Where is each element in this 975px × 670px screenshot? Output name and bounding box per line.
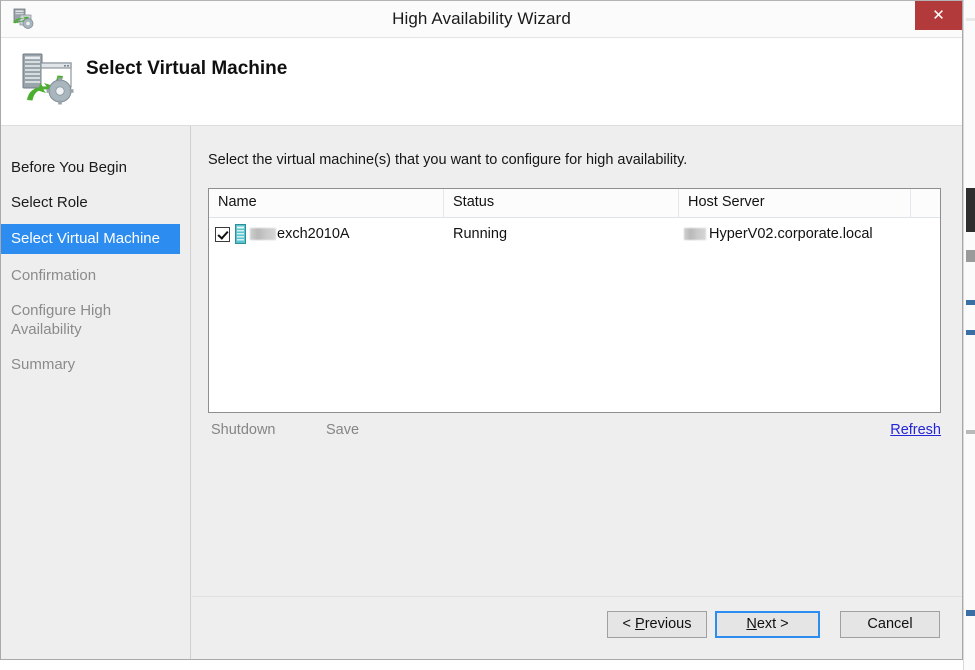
redacted-name-prefix	[250, 228, 276, 240]
next-button-label: ext >	[757, 616, 789, 632]
close-icon[interactable]: ✕	[915, 1, 962, 30]
cancel-button[interactable]: Cancel	[840, 611, 940, 638]
virtual-machine-table: Name Status Host Server	[208, 188, 941, 413]
table-header-row: Name Status Host Server	[209, 189, 940, 218]
vm-name-text: exch2010A	[277, 226, 350, 242]
next-button[interactable]: Next >	[715, 611, 820, 638]
column-header-status[interactable]: Status	[444, 189, 679, 217]
column-header-host-server[interactable]: Host Server	[679, 189, 911, 217]
shutdown-link: Shutdown	[211, 422, 276, 438]
previous-button-label: revious	[645, 616, 692, 632]
refresh-link[interactable]: Refresh	[890, 422, 941, 438]
save-link: Save	[326, 422, 359, 438]
previous-accel: P	[635, 616, 645, 632]
page-title: Select Virtual Machine	[86, 58, 287, 80]
sidebar-item-select-virtual-machine[interactable]: Select Virtual Machine	[1, 224, 180, 254]
next-accel: N	[746, 616, 756, 632]
table-row[interactable]: exch2010A Running HyperV02.corporate.loc…	[209, 218, 940, 250]
sidebar-item-summary: Summary	[1, 351, 190, 378]
grid-action-bar: Shutdown Save Refresh	[208, 422, 941, 442]
background-window	[963, 0, 975, 670]
previous-button[interactable]: < Previous	[607, 611, 707, 638]
body-area: Before You Begin Select Role Select Virt…	[1, 126, 962, 659]
sidebar-item-confirmation: Confirmation	[1, 262, 190, 289]
cell-status: Running	[444, 218, 679, 250]
sidebar-item-configure-high-availability: Configure High Availability	[1, 297, 131, 343]
server-refresh-gear-icon	[19, 50, 75, 108]
window-title: High Availability Wizard	[1, 9, 962, 29]
sidebar-item-select-role[interactable]: Select Role	[1, 189, 190, 216]
column-header-extra[interactable]	[911, 189, 940, 217]
cell-name: exch2010A	[209, 218, 444, 250]
cell-host-server: HyperV02.corporate.local	[679, 218, 911, 250]
page-header: Select Virtual Machine	[1, 38, 962, 126]
screen-root: High Availability Wizard ✕	[0, 0, 975, 670]
sidebar-item-before-you-begin[interactable]: Before You Begin	[1, 154, 190, 181]
content-pane: Select the virtual machine(s) that you w…	[192, 126, 962, 659]
high-availability-wizard-dialog: High Availability Wizard ✕	[0, 0, 963, 660]
dialog-footer: < Previous Next > Cancel	[192, 596, 962, 659]
column-header-name[interactable]: Name	[209, 189, 444, 217]
wizard-steps-sidebar: Before You Begin Select Role Select Virt…	[1, 126, 191, 659]
virtual-machine-icon	[235, 224, 246, 244]
host-server-text: HyperV02.corporate.local	[709, 226, 873, 242]
redacted-host-prefix	[684, 228, 706, 240]
title-bar: High Availability Wizard ✕	[1, 1, 962, 38]
row-checkbox[interactable]	[215, 227, 230, 242]
instruction-text: Select the virtual machine(s) that you w…	[208, 152, 687, 168]
